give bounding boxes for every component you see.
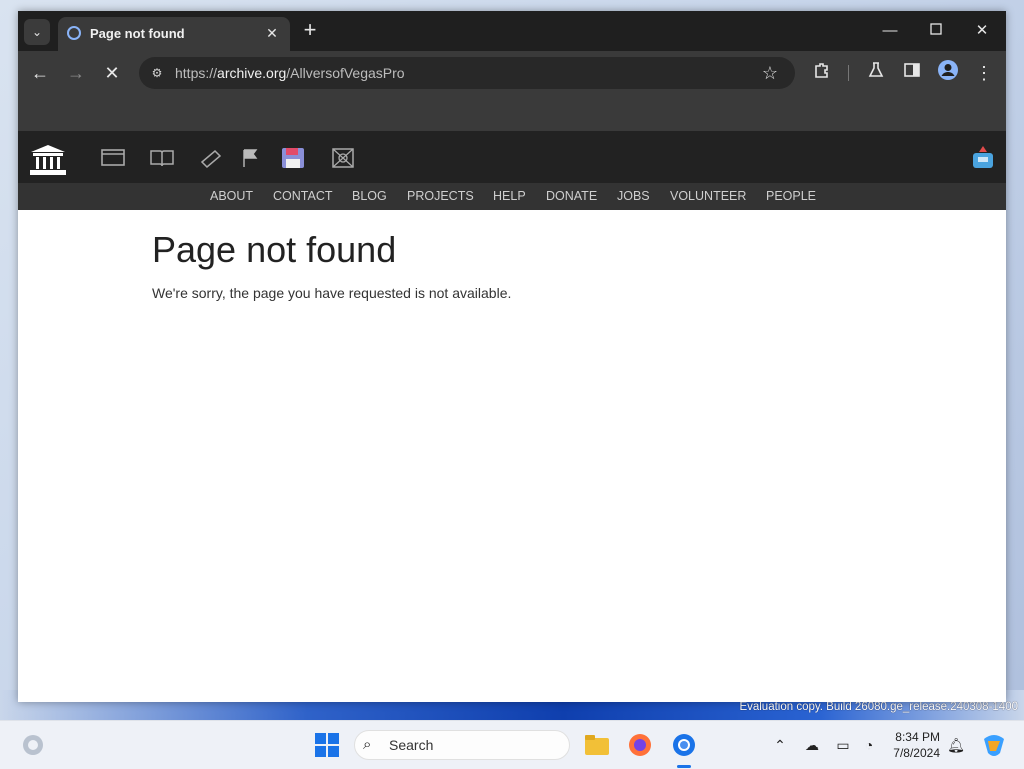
nav-help[interactable]: HELP <box>493 189 526 203</box>
profile-button[interactable] <box>934 59 962 87</box>
address-bar[interactable]: ⚙ https://archive.org/AllversofVegasPro … <box>139 57 795 89</box>
side-panel-icon <box>904 63 920 77</box>
copilot-icon[interactable] <box>980 731 1008 759</box>
close-tab-icon[interactable]: ✕ <box>262 23 282 43</box>
stop-icon: ✕ <box>104 63 120 83</box>
close-window-button[interactable]: ✕ <box>960 17 1004 45</box>
active-tab[interactable]: Page not found ✕ <box>58 17 290 51</box>
more-vertical-icon: ⋮ <box>975 63 993 83</box>
url-text[interactable]: https://archive.org/AllversofVegasPro <box>175 65 405 81</box>
web-page: ABOUT CONTACT BLOG PROJECTS HELP DONATE … <box>18 131 1006 702</box>
search-label: Search <box>389 737 434 753</box>
file-explorer-icon[interactable] <box>583 731 611 759</box>
taskbar: ⌕ Search ⌃ ☁ ▭ ◔ 8:34 PM 7/8/2024 🔔︎ <box>0 720 1024 769</box>
chevron-up-icon[interactable]: ⌃ <box>771 736 789 754</box>
archive-logo-icon[interactable] <box>28 143 68 177</box>
browser-window: ⌄ Page not found ✕ + — ✕ ← → ✕ ⚙ https:/… <box>18 11 1006 702</box>
bookmarks-bar <box>18 95 1006 131</box>
extensions-button[interactable] <box>808 59 836 87</box>
page-title: Page not found <box>152 229 397 270</box>
tab-search-button[interactable]: ⌄ <box>24 19 50 45</box>
volume-icon[interactable]: ◔ <box>860 736 878 754</box>
nav-blog[interactable]: BLOG <box>352 189 387 203</box>
evaluation-watermark: Evaluation copy. Build 26080.ge_release.… <box>739 701 1018 713</box>
firefox-icon[interactable] <box>626 731 654 759</box>
new-tab-button[interactable]: + <box>298 19 322 43</box>
book-icon[interactable] <box>149 147 175 169</box>
search-icon: ⌕ <box>363 736 372 753</box>
nav-contact[interactable]: CONTACT <box>273 189 333 203</box>
url-path: /AllversofVegasPro <box>286 65 405 81</box>
notification-bell-icon[interactable]: 🔔︎ <box>947 736 965 754</box>
back-button[interactable]: ← <box>26 59 54 87</box>
software-floppy-icon[interactable] <box>280 147 306 169</box>
clock-date: 7/8/2024 <box>893 746 940 760</box>
images-icon[interactable] <box>330 147 356 169</box>
nav-about[interactable]: ABOUT <box>210 189 253 203</box>
onedrive-icon[interactable]: ☁ <box>803 736 821 754</box>
windows-start-icon[interactable] <box>313 731 341 759</box>
nav-projects[interactable]: PROJECTS <box>407 189 474 203</box>
side-panel-button[interactable] <box>898 59 926 87</box>
chevron-down-icon: ⌄ <box>31 25 43 39</box>
profile-avatar-icon <box>938 60 958 80</box>
bookmark-star-icon[interactable]: ☆ <box>759 62 781 84</box>
nav-people[interactable]: PEOPLE <box>766 189 816 203</box>
minimize-button[interactable]: — <box>868 17 912 45</box>
error-content: Page not found We're sorry, the page you… <box>152 229 511 301</box>
clock-time: 8:34 PM <box>895 730 940 744</box>
nav-donate[interactable]: DONATE <box>546 189 597 203</box>
tab-title: Page not found <box>90 26 185 41</box>
arrow-left-icon: ← <box>31 63 49 83</box>
browser-toolbar: ← → ✕ ⚙ https://archive.org/AllversofVeg… <box>18 51 1006 95</box>
maximize-icon <box>930 23 942 35</box>
error-message: We're sorry, the page you have requested… <box>152 285 512 301</box>
flask-icon <box>868 62 884 77</box>
url-scheme: https:// <box>175 65 218 81</box>
system-clock[interactable]: 8:34 PM 7/8/2024 <box>884 729 940 761</box>
nav-volunteer[interactable]: VOLUNTEER <box>670 189 746 203</box>
menu-button[interactable]: ⋮ <box>970 59 998 87</box>
site-top-bar <box>18 131 1006 183</box>
user-upload-icon[interactable] <box>972 145 994 169</box>
site-info-icon[interactable]: ⚙ <box>147 63 167 83</box>
puzzle-icon <box>815 63 828 78</box>
audio-icon[interactable] <box>238 147 264 169</box>
loading-spinner-icon <box>67 26 81 40</box>
labs-button[interactable] <box>862 59 890 87</box>
url-domain: archive.org <box>217 65 287 81</box>
maximize-button[interactable] <box>914 17 958 45</box>
toolbar-divider <box>848 65 849 81</box>
nav-jobs[interactable]: JOBS <box>617 189 650 203</box>
chrome-icon[interactable] <box>670 731 698 759</box>
film-icon[interactable] <box>198 147 224 169</box>
display-icon[interactable]: ▭ <box>834 736 852 754</box>
widgets-icon[interactable] <box>19 731 47 759</box>
forward-button[interactable]: → <box>62 59 90 87</box>
stop-loading-button[interactable]: ✕ <box>98 59 126 87</box>
site-nav-bar: ABOUT CONTACT BLOG PROJECTS HELP DONATE … <box>18 183 1006 210</box>
taskbar-search[interactable]: ⌕ Search <box>354 730 570 760</box>
tab-strip: ⌄ Page not found ✕ + — ✕ <box>18 11 1006 51</box>
arrow-right-icon: → <box>67 63 85 83</box>
web-icon[interactable] <box>100 147 126 169</box>
